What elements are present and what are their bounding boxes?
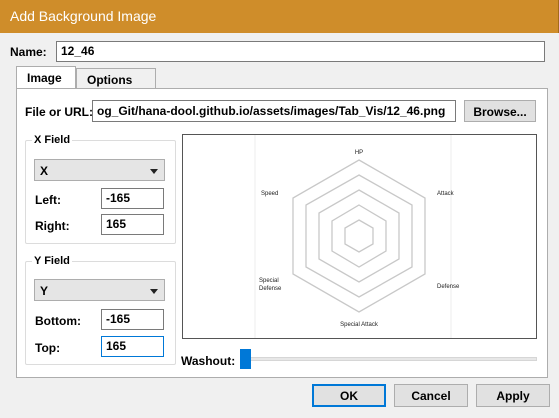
cancel-button[interactable]: Cancel [394,384,468,407]
axis-label-attack: Attack [437,191,455,197]
chevron-down-icon [150,169,158,174]
x-left-label: Left: [35,193,61,207]
washout-slider-thumb[interactable] [240,349,251,369]
apply-button[interactable]: Apply [476,384,550,407]
file-url-input[interactable]: og_Git/hana-dool.github.io/assets/images… [92,100,456,122]
radar-image: HP Attack Defense Special Attack Special… [254,135,460,338]
axis-label-special-defense-line1: Special [259,278,279,284]
name-label: Name: [10,45,47,59]
y-field-select-value: Y [40,284,49,298]
y-bottom-label: Bottom: [35,314,81,328]
x-field-select[interactable]: X [34,159,165,181]
washout-slider-track[interactable] [245,357,537,361]
file-url-label: File or URL: [25,105,93,119]
x-left-input[interactable]: -165 [101,188,164,209]
x-field-group-label: X Field [32,134,73,146]
add-background-image-dialog: Name: 12_46 Image Options File or URL: o… [0,33,559,418]
x-right-label: Right: [35,219,70,233]
y-field-select[interactable]: Y [34,279,165,301]
axis-label-special-defense-line2: Defense [259,286,282,292]
window-title: Add Background Image [10,8,157,24]
name-input[interactable]: 12_46 [56,41,545,62]
washout-label: Washout: [181,354,236,368]
image-preview: HP Attack Defense Special Attack Special… [182,134,537,339]
chevron-down-icon [150,289,158,294]
x-field-select-value: X [40,164,49,178]
axis-label-speed: Speed [261,191,278,197]
axis-label-defense: Defense [437,284,460,290]
y-top-label: Top: [35,341,61,355]
x-right-input[interactable]: 165 [101,214,164,235]
title-bar: Add Background Image [0,0,559,33]
axis-label-hp: HP [355,150,363,156]
axis-label-special-attack: Special Attack [340,322,379,328]
y-field-group-label: Y Field [32,255,72,267]
tab-options[interactable]: Options [76,68,156,90]
tab-image[interactable]: Image [16,66,76,90]
ok-button[interactable]: OK [312,384,386,407]
y-top-input[interactable]: 165 [101,336,164,357]
browse-button[interactable]: Browse... [464,100,536,122]
y-bottom-input[interactable]: -165 [101,309,164,330]
image-tab-panel: File or URL: og_Git/hana-dool.github.io/… [16,88,548,378]
